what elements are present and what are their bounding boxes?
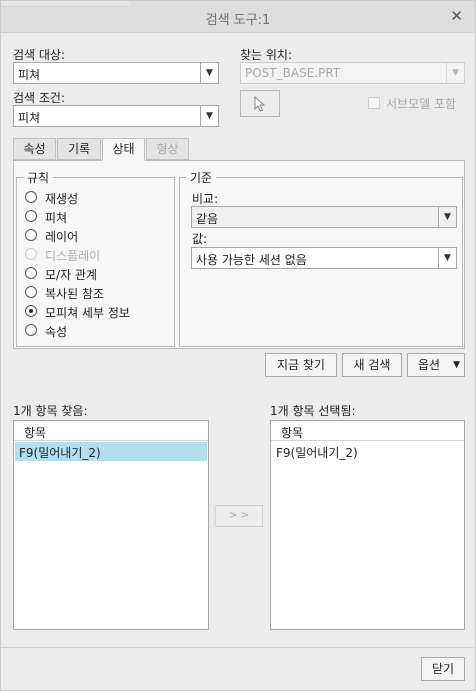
- radio-selected-dot: [29, 309, 33, 313]
- column-header-item: 항목: [281, 426, 304, 440]
- title-bar-tab: [1, 1, 129, 7]
- found-count-label: 1개 항목 찾음:: [13, 404, 88, 418]
- radio-circle: [25, 286, 37, 298]
- include-submodels-label: 서브모델 포함: [386, 97, 457, 111]
- close-button[interactable]: 닫기: [421, 657, 465, 681]
- radio-circle: [25, 324, 37, 336]
- value-select[interactable]: 사용 가능한 세션 없음 ▼: [191, 247, 457, 269]
- found-list-row[interactable]: F9(밀어내기_2): [15, 442, 207, 461]
- chevron-down-icon: ▼: [438, 248, 456, 268]
- search-tool-dialog: 검색 도구:1 ✕ 검색 대상: 피쳐 ▼ 검색 조건: 피쳐 ▼ 찾는 위치:…: [0, 0, 476, 691]
- rule-label: 모/자 관계: [45, 268, 98, 282]
- tab-properties[interactable]: 속성: [13, 138, 56, 160]
- criteria-group-title: 기준: [186, 169, 217, 186]
- options-button[interactable]: 옵션 ▼: [407, 353, 465, 377]
- tab-history[interactable]: 기록: [57, 138, 101, 160]
- chevron-down-icon: ▼: [438, 207, 456, 227]
- rule-label: 복사된 참조: [45, 287, 105, 301]
- list-item-label: F9(밀어내기_2): [276, 446, 358, 460]
- criteria-group: 기준 비교: 같음 ▼ 값: 사용 가능한 세션 없음 ▼: [179, 169, 463, 347]
- radio-circle: [25, 267, 37, 279]
- radio-circle: [25, 191, 37, 203]
- new-search-button[interactable]: 새 검색: [342, 353, 402, 377]
- rule-label: 디스플레이: [45, 249, 101, 263]
- chevron-down-icon: ▼: [200, 106, 218, 126]
- selected-items-list[interactable]: 항목 F9(밀어내기_2): [270, 420, 465, 630]
- select-pointer-button[interactable]: [240, 90, 280, 117]
- column-header-item: 항목: [24, 426, 47, 440]
- rule-label: 레이어: [45, 230, 79, 244]
- rules-group: 규칙 재생성 피쳐 레이어 디스플레이 모/자 관계 복사된 참조 모피쳐 세부…: [16, 169, 175, 347]
- chevron-down-icon: ▼: [453, 360, 460, 370]
- chevron-down-icon: ▼: [200, 63, 218, 83]
- look-in-value: POST_BASE.PRT: [245, 66, 341, 80]
- dialog-title: 검색 도구:1: [205, 13, 271, 28]
- search-condition-value: 피쳐: [18, 111, 41, 125]
- value-label: 값:: [192, 232, 208, 246]
- found-items-list[interactable]: 항목 F9(밀어내기_2): [13, 420, 209, 630]
- search-target-value: 피쳐: [18, 68, 41, 82]
- include-submodels-checkbox[interactable]: [368, 97, 380, 109]
- options-label: 옵션: [418, 358, 441, 372]
- compare-select[interactable]: 같음 ▼: [191, 206, 457, 228]
- tab-geometry[interactable]: 형상: [146, 138, 189, 160]
- compare-label: 비교:: [192, 192, 219, 206]
- footer-divider: [1, 647, 475, 648]
- chevron-down-icon: ▼: [446, 63, 464, 83]
- tab-status[interactable]: 상태: [102, 138, 145, 161]
- selected-count-label: 1개 항목 선택됨:: [270, 404, 356, 418]
- title-bar: 검색 도구:1 ✕: [1, 1, 475, 33]
- compare-value: 같음: [196, 212, 219, 226]
- status-tab-panel: 규칙 재생성 피쳐 레이어 디스플레이 모/자 관계 복사된 참조 모피쳐 세부…: [13, 160, 465, 349]
- rule-label: 속성: [45, 325, 68, 339]
- radio-circle: [25, 248, 37, 260]
- cursor-arrow-icon: [254, 95, 266, 112]
- close-icon[interactable]: ✕: [450, 7, 463, 25]
- search-target-select[interactable]: 피쳐 ▼: [13, 62, 219, 84]
- rules-group-title: 규칙: [23, 169, 54, 186]
- rule-label: 모피쳐 세부 정보: [45, 306, 130, 320]
- search-target-label: 검색 대상:: [13, 48, 66, 62]
- selected-list-header[interactable]: 항목: [271, 421, 464, 441]
- rule-label: 피쳐: [45, 211, 68, 225]
- search-condition-label: 검색 조건:: [13, 91, 66, 105]
- radio-circle: [25, 229, 37, 241]
- find-now-button[interactable]: 지금 찾기: [265, 353, 337, 377]
- rule-label: 재생성: [45, 192, 79, 206]
- radio-circle: [25, 305, 37, 317]
- look-in-select[interactable]: POST_BASE.PRT ▼: [240, 62, 465, 84]
- selected-list-row[interactable]: F9(밀어내기_2): [272, 442, 463, 461]
- transfer-button[interactable]: > >: [215, 505, 263, 527]
- look-in-label: 찾는 위치:: [240, 48, 293, 62]
- found-list-header[interactable]: 항목: [14, 421, 208, 441]
- value-value: 사용 가능한 세션 없음: [196, 253, 307, 267]
- search-condition-select[interactable]: 피쳐 ▼: [13, 105, 219, 127]
- list-item-label: F9(밀어내기_2): [19, 446, 101, 460]
- radio-circle: [25, 210, 37, 222]
